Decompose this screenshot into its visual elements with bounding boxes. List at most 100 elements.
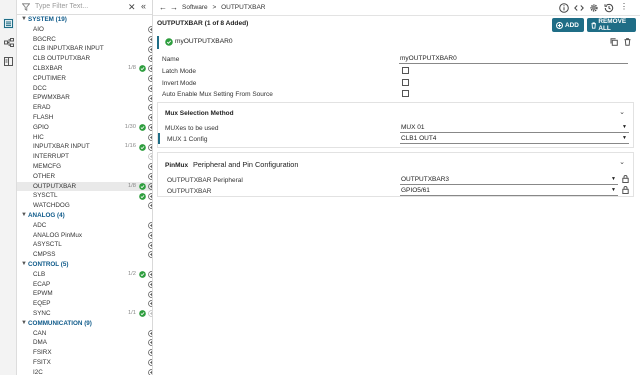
category-row[interactable]: ▼ CONTROL (5)	[17, 260, 152, 270]
breadcrumb: Software > OUTPUTXBAR	[182, 4, 266, 11]
module-row[interactable]: SYNC 1/1	[17, 309, 152, 319]
module-row[interactable]: CLB OUTPUTXBAR	[17, 54, 152, 64]
module-row[interactable]: HIC	[17, 133, 152, 143]
module-label: CPUTIMER	[33, 74, 66, 82]
hierarchy-icon[interactable]	[3, 37, 14, 48]
module-label: AIO	[33, 25, 44, 33]
forward-arrow-icon[interactable]: →	[170, 3, 178, 12]
delete-instance-icon[interactable]	[624, 38, 631, 48]
filter-bar: Type Filter Text... ✕ «	[17, 0, 152, 15]
module-row[interactable]: ANALOG PinMux	[17, 231, 152, 241]
add-circle-icon	[556, 21, 563, 29]
instance-count: 1/1	[127, 309, 136, 316]
module-row[interactable]: ADC	[17, 221, 152, 231]
module-row[interactable]: AIO	[17, 25, 152, 35]
module-row[interactable]: INTERRUPT	[17, 152, 152, 162]
module-row[interactable]: BGCRC	[17, 35, 152, 45]
module-row[interactable]: DMA	[17, 338, 152, 348]
expand-caret-icon[interactable]: ▼	[21, 260, 27, 270]
filter-input[interactable]: Type Filter Text...	[35, 3, 88, 10]
module-row[interactable]: CMPSS	[17, 250, 152, 260]
latch-mode-checkbox[interactable]	[402, 67, 409, 74]
module-row[interactable]: ERAD	[17, 103, 152, 113]
modified-marker	[158, 133, 160, 144]
auto-enable-label: Auto Enable Mux Setting From Source	[162, 91, 273, 98]
module-row[interactable]: CLB 1/2	[17, 270, 152, 280]
muxes-select[interactable]: MUX 01 ▼	[400, 124, 629, 133]
module-row[interactable]: WATCHDOG	[17, 201, 152, 211]
auto-enable-checkbox[interactable]	[402, 90, 409, 97]
module-row[interactable]: ECAP	[17, 280, 152, 290]
mux-selection-card: Mux Selection Method ⌄ MUXes to be used …	[157, 102, 634, 148]
module-label: INTERRUPT	[33, 153, 70, 161]
info-icon[interactable]	[559, 3, 569, 15]
module-row[interactable]: CLBXBAR 1/8	[17, 64, 152, 74]
app: Type Filter Text... ✕ « ▼ SYSTEM (19) AIO B…	[0, 0, 640, 375]
module-row[interactable]: FLASH	[17, 113, 152, 123]
module-label: ANALOG PinMux	[33, 231, 82, 239]
expand-caret-icon[interactable]: ▼	[21, 15, 27, 25]
lock-icon[interactable]	[622, 175, 629, 185]
code-icon[interactable]	[574, 3, 584, 15]
category-row[interactable]: ▼ ANALOG (4)	[17, 211, 152, 221]
outputxbar-pin-label: OUTPUTXBAR	[167, 188, 212, 195]
module-row[interactable]: CLB INPUTXBAR INPUT	[17, 44, 152, 54]
module-label: CLB INPUTXBAR INPUT	[33, 45, 104, 53]
pinmux-title-bold: PinMux	[165, 162, 189, 169]
module-label: FLASH	[33, 113, 54, 121]
mux1-config-select[interactable]: CLB1 OUT4 ▼	[400, 135, 629, 144]
instance-header[interactable]: myOUTPUTXBAR0	[157, 36, 633, 49]
history-icon[interactable]	[604, 3, 614, 15]
name-input[interactable]: myOUTPUTXBAR0	[399, 55, 628, 64]
list-view-icon[interactable]	[3, 18, 14, 29]
expand-caret-icon[interactable]: ▼	[21, 211, 27, 221]
module-label: EPWMXBAR	[33, 94, 70, 102]
module-row[interactable]: EQEP	[17, 299, 152, 309]
module-label: WATCHDOG	[33, 202, 70, 210]
peripheral-select[interactable]: OUTPUTXBAR3 ▼	[400, 176, 618, 185]
clear-filter-icon[interactable]: ✕	[128, 2, 136, 13]
module-row[interactable]: EPWM	[17, 289, 152, 299]
outputxbar-peripheral-label: OUTPUTXBAR Peripheral	[167, 177, 243, 184]
mux-collapse-chevron-icon[interactable]: ⌄	[619, 108, 625, 116]
copy-icon[interactable]	[610, 38, 618, 48]
module-row[interactable]: SYSCTL	[17, 191, 152, 201]
module-row[interactable]: CAN	[17, 329, 152, 339]
category-row[interactable]: ▼ COMMUNICATION (9)	[17, 319, 152, 329]
module-row[interactable]: OUTPUTXBAR 1/8	[17, 181, 152, 192]
module-row[interactable]: GPIO 1/30	[17, 123, 152, 133]
breadcrumb-software[interactable]: Software	[182, 4, 208, 11]
filter-icon	[21, 3, 31, 13]
module-row[interactable]: I2C	[17, 368, 152, 375]
add-button[interactable]: ADD	[552, 18, 584, 32]
module-row[interactable]: FSITX	[17, 358, 152, 368]
pinmux-collapse-chevron-icon[interactable]: ⌄	[619, 158, 625, 166]
lock-icon[interactable]	[622, 186, 629, 196]
main-panel: OUTPUTXBAR (1 of 8 Added) ADD REMOVE ALL…	[153, 16, 640, 375]
module-label: CLB	[33, 270, 46, 278]
module-row[interactable]: FSIRX	[17, 348, 152, 358]
module-label: MEMCFG	[33, 162, 61, 170]
pin-select[interactable]: GPIO5/61 ▼	[400, 187, 618, 196]
module-label: FSITX	[33, 358, 51, 366]
expand-caret-icon[interactable]: ▼	[21, 319, 27, 329]
remove-all-button[interactable]: REMOVE ALL	[587, 18, 636, 32]
module-label: FSIRX	[33, 349, 52, 357]
back-arrow-icon[interactable]: ←	[159, 3, 167, 12]
module-row[interactable]: INPUTXBAR INPUT 1/16	[17, 142, 152, 152]
invert-mode-checkbox[interactable]	[402, 79, 409, 86]
remove-all-label: REMOVE ALL	[598, 18, 627, 32]
module-row[interactable]: CPUTIMER	[17, 74, 152, 84]
category-row[interactable]: ▼ SYSTEM (19)	[17, 15, 152, 25]
module-row[interactable]: MEMCFG	[17, 162, 152, 172]
settings-gear-icon[interactable]	[589, 3, 599, 15]
module-row[interactable]: DCC	[17, 84, 152, 94]
module-label: BGCRC	[33, 35, 56, 43]
module-row[interactable]: EPWMXBAR	[17, 93, 152, 103]
document-icon[interactable]	[3, 56, 14, 67]
more-vertical-icon[interactable]: ⋮	[620, 2, 628, 11]
collapse-sidebar-icon[interactable]: «	[141, 1, 146, 11]
module-row[interactable]: OTHER	[17, 172, 152, 182]
category-label: CONTROL (5)	[28, 260, 69, 268]
module-row[interactable]: ASYSCTL	[17, 240, 152, 250]
